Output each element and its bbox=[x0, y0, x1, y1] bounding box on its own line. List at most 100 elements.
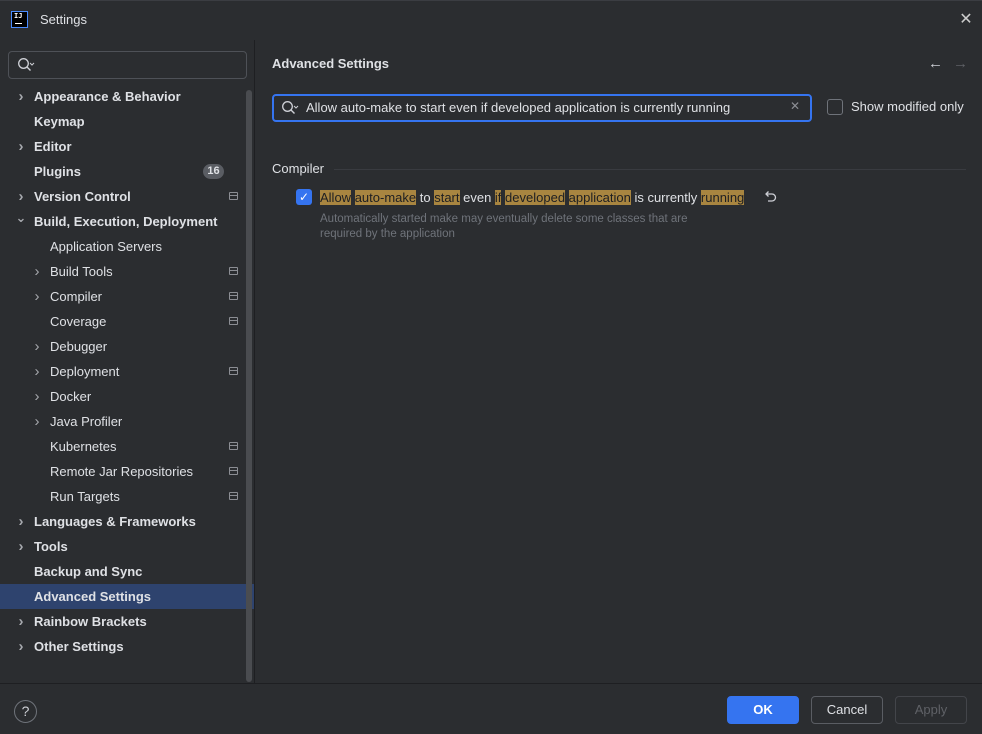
sidebar-item-kubernetes[interactable]: Kubernetes bbox=[0, 434, 254, 459]
settings-sidebar: › Appearance & Behavior Keymap › Editor Plugi… bbox=[0, 40, 255, 683]
chevron-right-icon[interactable]: › bbox=[31, 384, 43, 409]
sidebar-item-java-profiler[interactable]: › Java Profiler bbox=[0, 409, 254, 434]
search-icon bbox=[18, 58, 35, 71]
chevron-right-icon[interactable]: › bbox=[31, 259, 43, 284]
sidebar-item-advanced-settings[interactable]: Advanced Settings bbox=[0, 584, 254, 609]
clear-search-icon[interactable]: ✕ bbox=[790, 99, 800, 113]
count-badge: 16 bbox=[203, 164, 224, 179]
chevron-right-icon[interactable]: › bbox=[15, 134, 27, 159]
apply-button[interactable]: Apply bbox=[895, 696, 967, 724]
sidebar-item-label: Plugins bbox=[34, 164, 81, 179]
search-value: Allow auto-make to start even if develop… bbox=[306, 100, 731, 115]
sidebar-item-label: Tools bbox=[34, 539, 68, 554]
project-level-icon bbox=[229, 492, 238, 500]
forward-arrow-icon[interactable]: → bbox=[953, 56, 969, 72]
advanced-settings-search-input[interactable]: Allow auto-make to start even if develop… bbox=[272, 94, 812, 122]
cancel-button[interactable]: Cancel bbox=[811, 696, 883, 724]
chevron-down-icon[interactable]: ⌄ bbox=[15, 209, 27, 234]
sidebar-item-label: Compiler bbox=[50, 289, 103, 304]
sidebar-item-label: Advanced Settings bbox=[34, 589, 152, 604]
sidebar-item-label: Run Targets bbox=[50, 489, 120, 504]
sidebar-item-label: Debugger bbox=[50, 339, 108, 354]
sidebar-item-rainbow-brackets[interactable]: › Rainbow Brackets bbox=[0, 609, 254, 634]
chevron-right-icon[interactable]: › bbox=[31, 334, 43, 359]
description-line: required by the application bbox=[320, 228, 455, 240]
sidebar-item-remote-jar-repositories[interactable]: Remote Jar Repositories bbox=[0, 459, 254, 484]
chevron-right-icon[interactable]: › bbox=[31, 284, 43, 309]
project-level-icon bbox=[229, 367, 238, 375]
sidebar-item-label: Coverage bbox=[50, 314, 107, 329]
settings-tree: › Appearance & Behavior Keymap › Editor Plugi… bbox=[0, 84, 254, 659]
sidebar-item-label: Keymap bbox=[34, 114, 85, 129]
chevron-right-icon[interactable]: › bbox=[15, 609, 27, 634]
group-separator bbox=[334, 169, 966, 170]
reset-to-default-icon[interactable] bbox=[762, 189, 778, 205]
sidebar-item-label: Languages & Frameworks bbox=[34, 514, 196, 529]
sidebar-item-label: Editor bbox=[34, 139, 72, 154]
intellij-logo-icon: IJ bbox=[11, 11, 28, 28]
sidebar-item-keymap[interactable]: Keymap bbox=[0, 109, 254, 134]
search-match-highlight: Allow bbox=[320, 190, 352, 205]
checkbox-box[interactable] bbox=[827, 99, 843, 115]
sidebar-item-other-settings[interactable]: › Other Settings bbox=[0, 634, 254, 659]
dialog-footer: ? OK Cancel Apply bbox=[0, 683, 982, 734]
chevron-right-icon[interactable]: › bbox=[15, 184, 27, 209]
sidebar-item-label: Application Servers bbox=[50, 239, 162, 254]
allow-auto-make-checkbox[interactable]: ✓ bbox=[296, 189, 312, 205]
label-text: is currently bbox=[630, 190, 701, 205]
sidebar-item-build-tools[interactable]: › Build Tools bbox=[0, 259, 254, 284]
search-match-highlight: running bbox=[700, 190, 745, 205]
sidebar-item-build-execution-deployment[interactable]: ⌄ Build, Execution, Deployment bbox=[0, 209, 254, 234]
sidebar-item-application-servers[interactable]: Application Servers bbox=[0, 234, 254, 259]
sidebar-item-label: Docker bbox=[50, 389, 92, 404]
sidebar-scrollbar[interactable] bbox=[246, 90, 252, 682]
sidebar-item-label: Backup and Sync bbox=[34, 564, 143, 579]
sidebar-item-docker[interactable]: › Docker bbox=[0, 384, 254, 409]
help-button[interactable]: ? bbox=[14, 700, 37, 723]
search-match-highlight: application bbox=[568, 190, 631, 205]
title-bar: IJ Settings ✕ bbox=[0, 0, 982, 40]
close-icon[interactable]: ✕ bbox=[956, 10, 976, 30]
sidebar-item-version-control[interactable]: › Version Control bbox=[0, 184, 254, 209]
logo-text: IJ bbox=[14, 12, 23, 20]
sidebar-item-label: Remote Jar Repositories bbox=[50, 464, 194, 479]
back-arrow-icon[interactable]: ← bbox=[928, 56, 944, 72]
settings-content: Advanced Settings ← → Allow auto-make to… bbox=[256, 40, 982, 683]
sidebar-item-coverage[interactable]: Coverage bbox=[0, 309, 254, 334]
search-match-highlight: developed bbox=[505, 190, 566, 205]
sidebar-item-compiler[interactable]: › Compiler bbox=[0, 284, 254, 309]
search-match-highlight: start bbox=[434, 190, 460, 205]
sidebar-item-debugger[interactable]: › Debugger bbox=[0, 334, 254, 359]
sidebar-item-label: Java Profiler bbox=[50, 414, 123, 429]
sidebar-item-label: Kubernetes bbox=[50, 439, 117, 454]
sidebar-item-label: Appearance & Behavior bbox=[34, 89, 181, 104]
window-title: Settings bbox=[40, 12, 87, 27]
sidebar-item-tools[interactable]: › Tools bbox=[0, 534, 254, 559]
sidebar-item-editor[interactable]: › Editor bbox=[0, 134, 254, 159]
sidebar-item-plugins[interactable]: Plugins 16 bbox=[0, 159, 254, 184]
project-level-icon bbox=[229, 442, 238, 450]
sidebar-item-backup-and-sync[interactable]: Backup and Sync bbox=[0, 559, 254, 584]
sidebar-item-appearance-behavior[interactable]: › Appearance & Behavior bbox=[0, 84, 254, 109]
chevron-right-icon[interactable]: › bbox=[31, 409, 43, 434]
chevron-right-icon[interactable]: › bbox=[15, 84, 27, 109]
sidebar-item-run-targets[interactable]: Run Targets bbox=[0, 484, 254, 509]
allow-auto-make-label: Allow auto-make to start even if develop… bbox=[320, 189, 745, 206]
sidebar-item-languages-frameworks[interactable]: › Languages & Frameworks bbox=[0, 509, 254, 534]
sidebar-item-deployment[interactable]: › Deployment bbox=[0, 359, 254, 384]
label-text: even bbox=[459, 190, 495, 205]
ok-button[interactable]: OK bbox=[727, 696, 799, 724]
project-level-icon bbox=[229, 292, 238, 300]
description-line: Automatically started make may eventuall… bbox=[320, 213, 688, 225]
project-level-icon bbox=[229, 317, 238, 325]
sidebar-search-input[interactable] bbox=[8, 51, 247, 79]
chevron-right-icon[interactable]: › bbox=[15, 634, 27, 659]
chevron-right-icon[interactable]: › bbox=[31, 359, 43, 384]
chevron-right-icon[interactable]: › bbox=[15, 534, 27, 559]
sidebar-item-label: Deployment bbox=[50, 364, 120, 379]
chevron-right-icon[interactable]: › bbox=[15, 509, 27, 534]
search-icon bbox=[282, 101, 299, 114]
project-level-icon bbox=[229, 267, 238, 275]
sidebar-item-label: Other Settings bbox=[34, 639, 124, 654]
show-modified-only-label: Show modified only bbox=[851, 99, 964, 114]
